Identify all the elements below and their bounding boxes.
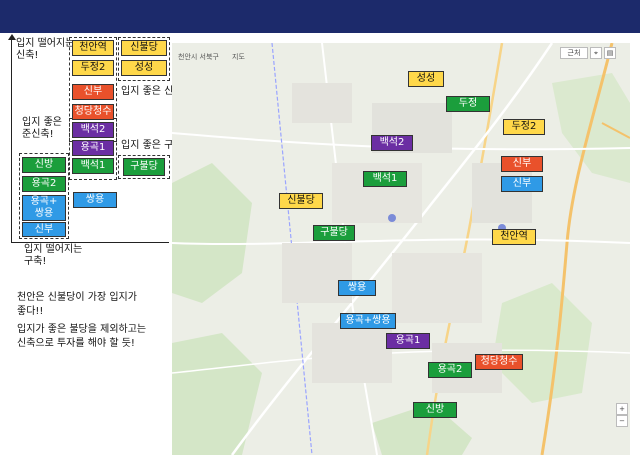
map-zoom-out-button[interactable]: − xyxy=(616,415,628,427)
map-layer-label[interactable]: 지도 xyxy=(232,52,245,62)
map-tag-yonggok2: 용곡2 xyxy=(428,362,472,378)
tag-baekseok1: 백석1 xyxy=(72,158,114,174)
y-axis-arrow-icon xyxy=(8,34,16,40)
layers-icon[interactable]: ▤ xyxy=(604,47,616,59)
tag-ssangyong: 쌍용 xyxy=(73,192,117,208)
map-tag-sinbang: 신방 xyxy=(413,402,457,418)
axis-top-label: 입지 떨어지는 신축! xyxy=(16,38,75,61)
map-tag-ssangyong: 쌍용 xyxy=(338,280,376,296)
tag-cheongdang: 청당청수 xyxy=(72,104,114,120)
map-view[interactable]: 천안시 서북구 지도 근처 ⌖ ▤ + − 성성 두정 두정2 백석2 신부 신… xyxy=(172,43,630,455)
map-base xyxy=(172,43,630,455)
axis-bottom-label: 입지 떨어지는 구축! xyxy=(24,244,83,267)
tag-yonggok2: 용곡2 xyxy=(22,176,66,192)
tag-sinbang: 신방 xyxy=(22,157,66,173)
map-tag-cheonanyeok: 천안역 xyxy=(492,229,536,245)
x-axis-line xyxy=(11,242,169,243)
map-tag-seongseong: 성성 xyxy=(408,71,444,87)
tag-yonggok-ssangyong: 용곡+ 쌍용 xyxy=(22,195,66,221)
map-tag-sinbu: 신부 xyxy=(501,156,543,172)
note-line-2: 좋다!! xyxy=(17,306,44,317)
map-tag-sinbu-blue: 신부 xyxy=(501,176,543,192)
map-right-button[interactable]: 근처 xyxy=(560,47,588,59)
location-icon[interactable]: ⌖ xyxy=(590,47,602,59)
tag-yonggok1: 용곡1 xyxy=(72,140,114,156)
map-tag-baekseok1: 백석1 xyxy=(363,171,407,187)
map-tag-baekseok2: 백석2 xyxy=(371,135,413,151)
map-zoom-in-button[interactable]: + xyxy=(616,403,628,415)
y-axis-line xyxy=(11,38,12,243)
tag-cheonanyeok: 천안역 xyxy=(72,40,114,56)
note-line-1: 천안은 신불당이 가장 입지가 xyxy=(17,292,137,303)
tag-seongseong: 성성 xyxy=(121,60,167,76)
map-tag-yonggok-ssangyong: 용곡+쌍용 xyxy=(340,313,396,329)
map-tag-cheongdang: 청당청수 xyxy=(475,354,523,370)
map-tag-guldang: 구불당 xyxy=(313,225,355,241)
tag-sinbu: 신부 xyxy=(72,84,114,100)
axis-mid-label: 입지 좋은 준신축! xyxy=(22,117,62,140)
tag-dujeong2: 두정2 xyxy=(72,60,114,76)
note-line-3: 입지가 좋은 불당을 제외하고는 xyxy=(17,324,147,335)
note-line-4: 신축으로 투자를 해야 할 듯! xyxy=(17,338,135,349)
tag-baekseok2: 백석2 xyxy=(72,122,114,138)
slide-header-bar xyxy=(0,0,640,33)
map-tag-dujeong: 두정 xyxy=(446,96,490,112)
tag-sinbuldang: 신불당 xyxy=(121,40,167,56)
map-tag-dujeong2: 두정2 xyxy=(503,119,545,135)
tag-sinbu-blue: 신부 xyxy=(22,222,66,237)
map-search-text[interactable]: 천안시 서북구 xyxy=(178,52,219,62)
map-tag-yonggok1: 용곡1 xyxy=(386,333,430,349)
map-tag-sinbuldang: 신불당 xyxy=(279,193,323,209)
tag-guldang: 구불당 xyxy=(123,158,165,176)
